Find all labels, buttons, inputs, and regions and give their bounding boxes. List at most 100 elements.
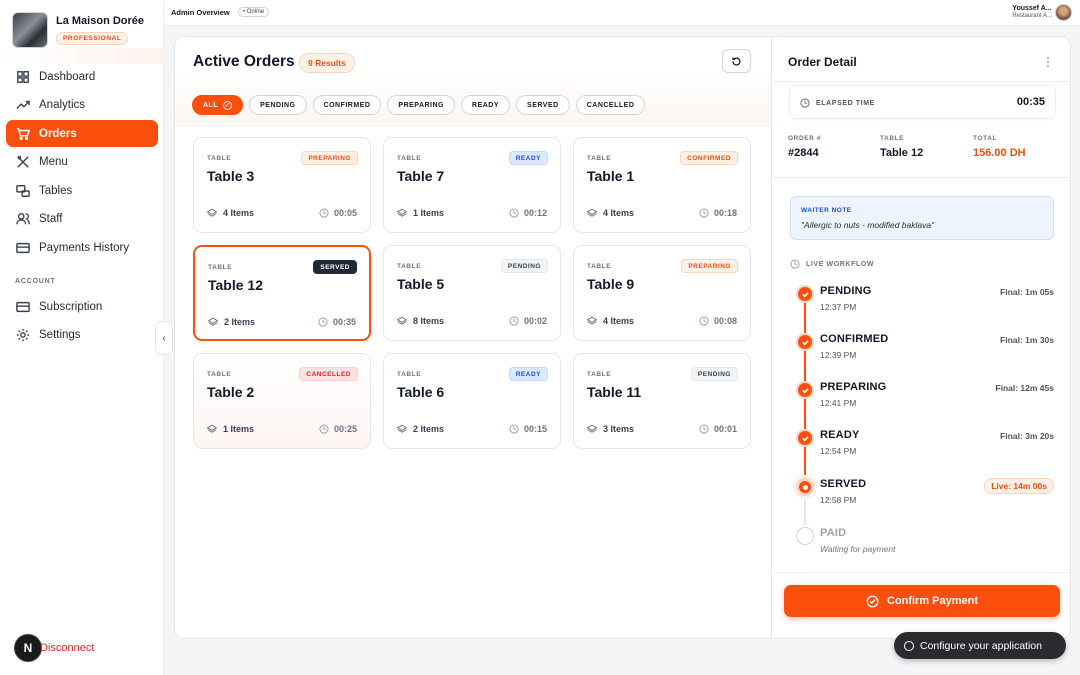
refresh-button[interactable]	[722, 49, 751, 73]
filter-served[interactable]: SERVED	[516, 95, 570, 115]
status-badge: READY	[508, 367, 548, 381]
sidebar-item-tables[interactable]: Tables	[6, 177, 158, 204]
layers-icon	[208, 317, 218, 326]
user-icon	[904, 640, 914, 651]
step-time: 12:41 PM	[820, 398, 857, 408]
refresh-icon	[732, 56, 741, 66]
layers-icon	[397, 208, 407, 217]
sidebar: La Maison Dorée PROFESSIONAL Dashboard A…	[0, 0, 164, 675]
filter-ready[interactable]: READY	[461, 95, 511, 115]
item-count: 1 Items	[397, 208, 444, 218]
order-card[interactable]: TABLE Table 2 CANCELLED 1 Items 00:25	[193, 353, 371, 449]
user-menu[interactable]: Youssef A... Restaurant A...	[1012, 5, 1052, 19]
workflow-step-confirmed: CONFIRMED 12:39 PM Final: 1m 30s	[796, 331, 1054, 371]
clock-icon	[509, 316, 519, 326]
waiter-note-text: "Allergic to nuts - modified baklava"	[801, 220, 935, 230]
order-number: ORDER # #2844	[788, 135, 822, 159]
sidebar-item-orders[interactable]: Orders	[6, 120, 158, 147]
n-logo-icon: N	[14, 634, 42, 662]
confirm-payment-button[interactable]: Confirm Payment	[784, 585, 1060, 617]
account-section-label: ACCOUNT	[15, 278, 56, 285]
item-count: 2 Items	[208, 317, 255, 327]
configure-application-button[interactable]: Configure your application	[894, 632, 1066, 659]
filter-all[interactable]: ALL ✓	[192, 95, 244, 115]
more-options-icon[interactable]: ⋮	[1042, 55, 1054, 69]
filter-confirmed[interactable]: CONFIRMED	[312, 95, 382, 115]
table-label: TABLE	[397, 155, 422, 162]
order-detail-panel: Order Detail ⋮ ELAPSED TIME 00:35 ORDER …	[771, 37, 1070, 638]
clock-icon	[509, 424, 519, 434]
check-icon	[796, 333, 814, 351]
workflow-step-paid: PAID Waiting for payment	[796, 525, 1054, 565]
table-label: TABLE	[587, 155, 612, 162]
table-name: Table 12	[208, 277, 263, 293]
elapsed-label: ELAPSED TIME	[816, 99, 875, 107]
step-name: READY	[820, 429, 860, 441]
sidebar-item-menu[interactable]: Menu	[6, 148, 158, 175]
brand-name: La Maison Dorée	[56, 15, 145, 27]
elapsed-time: 00:05	[319, 208, 357, 218]
status-badge: PENDING	[690, 367, 738, 381]
order-card[interactable]: TABLE Table 9 PREPARING 4 Items 00:08	[573, 245, 751, 341]
elapsed-value: 00:35	[1016, 96, 1045, 108]
live-duration-badge: Live: 14m 00s	[984, 478, 1054, 494]
order-table: TABLE Table 12	[880, 135, 924, 159]
clock-icon	[319, 424, 329, 434]
sidebar-item-dashboard[interactable]: Dashboard	[6, 63, 158, 90]
clock-icon	[800, 98, 810, 108]
filter-pending[interactable]: PENDING	[249, 95, 307, 115]
step-time: 12:39 PM	[820, 350, 857, 360]
collapse-sidebar-button[interactable]: ‹	[155, 321, 173, 355]
check-icon	[796, 381, 814, 399]
layers-icon	[587, 208, 597, 217]
elapsed-time: 00:08	[699, 316, 737, 326]
disconnect-button[interactable]: N Disconnect	[14, 634, 94, 662]
sidebar-item-subscription[interactable]: Subscription	[6, 293, 158, 320]
elapsed-time-box: ELAPSED TIME 00:35	[789, 85, 1056, 119]
chevron-left-icon: ‹	[162, 332, 166, 344]
step-time: 12:37 PM	[820, 302, 857, 312]
table-name: Table 1	[587, 168, 635, 184]
cart-icon	[16, 127, 30, 140]
sidebar-item-label: Payments History	[39, 241, 130, 254]
step-name: PREPARING	[820, 381, 887, 393]
brand: La Maison Dorée PROFESSIONAL	[12, 12, 162, 48]
order-card[interactable]: TABLE Table 1 CONFIRMED 4 Items 00:18	[573, 137, 751, 233]
sidebar-item-label: Menu	[39, 155, 68, 168]
sidebar-item-analytics[interactable]: Analytics	[6, 91, 158, 118]
step-name: CONFIRMED	[820, 333, 889, 345]
order-card[interactable]: TABLE Table 5 PENDING 8 Items 00:02	[383, 245, 561, 341]
order-card[interactable]: TABLE Table 3 PREPARING 4 Items 00:05	[193, 137, 371, 233]
order-card[interactable]: TABLE Table 11 PENDING 3 Items 00:01	[573, 353, 751, 449]
table-label: TABLE	[587, 371, 612, 378]
sidebar-item-label: Dashboard	[39, 70, 96, 83]
sidebar-item-settings[interactable]: Settings	[6, 321, 158, 348]
order-total: TOTAL 156.00 DH	[973, 135, 1026, 159]
sidebar-item-payments-history[interactable]: Payments History	[6, 234, 158, 261]
order-card[interactable]: TABLE Table 7 READY 1 Items 00:12	[383, 137, 561, 233]
table-name: Table 7	[397, 168, 445, 184]
sidebar-item-staff[interactable]: Staff	[6, 205, 158, 232]
users-icon	[16, 212, 30, 224]
elapsed-time: 00:18	[699, 208, 737, 218]
avatar[interactable]	[1055, 4, 1072, 21]
elapsed-time: 00:02	[509, 316, 547, 326]
clock-icon	[509, 208, 519, 218]
grid-icon	[17, 70, 29, 83]
clock-icon	[699, 424, 709, 434]
status-badge: SERVED	[313, 260, 357, 274]
workflow-step-preparing: PREPARING 12:41 PM Final: 12m 45s	[796, 379, 1054, 419]
filter-cancelled[interactable]: CANCELLED	[575, 95, 646, 115]
elapsed-time: 00:01	[699, 424, 737, 434]
step-time: Waiting for payment	[820, 544, 896, 554]
clock-icon	[319, 208, 329, 218]
order-card[interactable]: TABLE Table 12 SERVED 2 Items 00:35	[193, 245, 371, 341]
item-count: 2 Items	[397, 424, 444, 434]
table-label: TABLE	[207, 155, 232, 162]
trend-icon	[16, 100, 30, 109]
page-title: Admin Overview	[171, 8, 230, 17]
sidebar-item-label: Orders	[39, 127, 77, 140]
filter-preparing[interactable]: PREPARING	[387, 95, 456, 115]
order-card[interactable]: TABLE Table 6 READY 2 Items 00:15	[383, 353, 561, 449]
elapsed-time: 00:35	[318, 317, 356, 327]
